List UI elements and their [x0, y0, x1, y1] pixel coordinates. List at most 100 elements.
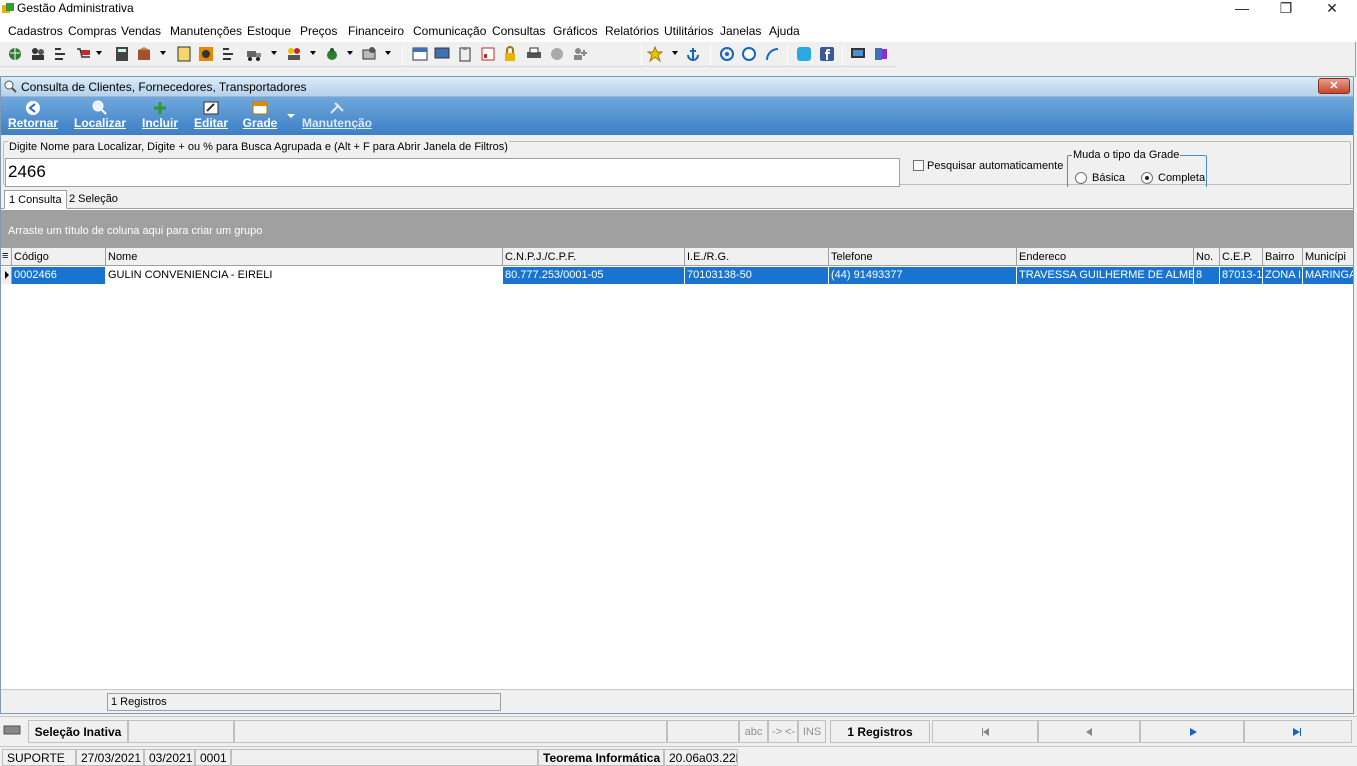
restore-button[interactable]: ❐	[1263, 0, 1309, 20]
cell-endereco[interactable]: TRAVESSA GUILHERME DE ALME	[1017, 267, 1194, 284]
support-icon[interactable]	[549, 46, 565, 62]
anchor-icon[interactable]	[685, 46, 701, 62]
toolbar-separator	[402, 45, 403, 65]
printer-icon[interactable]	[526, 46, 542, 62]
menu-financeiro[interactable]: Financeiro	[348, 24, 404, 38]
first-record-button[interactable]	[932, 720, 1038, 743]
grid-button[interactable]: Grade	[239, 97, 281, 135]
report-icon[interactable]	[480, 46, 496, 62]
menu-utilitarios[interactable]: Utilitários	[664, 24, 713, 38]
facebook-icon[interactable]	[819, 46, 835, 62]
cart-icon[interactable]	[76, 46, 92, 62]
column-header-nome[interactable]: Nome	[106, 248, 503, 266]
next-record-button[interactable]	[1140, 720, 1244, 743]
menu-consultas[interactable]: Consultas	[492, 24, 545, 38]
grid-basic-label[interactable]: Básica	[1092, 172, 1125, 184]
menu-graficos[interactable]: Gráficos	[553, 24, 598, 38]
bug-dropdown-icon[interactable]	[347, 51, 353, 55]
cart-dropdown-icon[interactable]	[96, 51, 102, 55]
column-header-cnpj[interactable]: C.N.P.J./C.P.F.	[503, 248, 685, 266]
column-header-bairro[interactable]: Bairro	[1263, 248, 1303, 266]
menu-compras[interactable]: Compras	[68, 24, 117, 38]
cell-municipio[interactable]: MARINGA	[1303, 267, 1353, 284]
table-row[interactable]: 0002466 GULIN CONVENIENCIA - EIRELI 80.7…	[12, 267, 1353, 284]
cell-bairro[interactable]: ZONA I	[1263, 267, 1303, 284]
people-icon[interactable]	[30, 46, 46, 62]
close-app-button[interactable]: ✕	[1309, 0, 1355, 20]
find-button[interactable]: Localizar	[72, 97, 128, 135]
company-name-status: Teorema Informática	[538, 749, 664, 766]
cell-cep[interactable]: 87013-1	[1220, 267, 1263, 284]
column-header-municipio[interactable]: Municípi	[1303, 248, 1353, 266]
calculator-icon[interactable]	[114, 46, 130, 62]
add-user-icon[interactable]	[572, 46, 588, 62]
search-input[interactable]: 2466	[5, 158, 900, 187]
menu-relatorios[interactable]: Relatórios	[605, 24, 659, 38]
add-button[interactable]: Incluir	[139, 97, 181, 135]
auto-search-checkbox[interactable]	[913, 160, 924, 171]
settings-icon[interactable]	[361, 46, 377, 62]
skype-icon[interactable]	[741, 46, 757, 62]
column-chooser-icon[interactable]: ≡	[1, 248, 12, 266]
minimize-button[interactable]: —	[1219, 0, 1265, 20]
menu-janelas[interactable]: Janelas	[720, 24, 761, 38]
column-header-codigo[interactable]: Código	[12, 248, 106, 266]
column-header-ie[interactable]: I.E./R.G.	[685, 248, 829, 266]
truck-dropdown-icon[interactable]	[271, 51, 277, 55]
globe-icon[interactable]	[7, 46, 23, 62]
box-dropdown-icon[interactable]	[160, 51, 166, 55]
box-icon[interactable]	[136, 46, 152, 62]
last-record-button[interactable]	[1244, 720, 1352, 743]
hierarchy-icon[interactable]	[221, 46, 237, 62]
menu-manutencoes[interactable]: Manutenções	[170, 24, 242, 38]
cell-ie[interactable]: 70103138-50	[685, 267, 829, 284]
feed-icon[interactable]	[764, 46, 780, 62]
monitor-icon[interactable]	[434, 46, 450, 62]
star-dropdown-icon[interactable]	[672, 51, 678, 55]
grid-complete-radio[interactable]	[1141, 172, 1153, 184]
grid-dropdown-icon[interactable]	[287, 114, 295, 118]
star-icon[interactable]	[647, 46, 663, 62]
close-window-button[interactable]: ✕	[1318, 78, 1350, 94]
maintenance-button[interactable]: Manutenção	[299, 97, 375, 135]
users-dropdown-icon[interactable]	[310, 51, 316, 55]
group-by-panel[interactable]: Arraste um título de coluna aqui para cr…	[1, 210, 1353, 248]
clipboard-icon[interactable]	[457, 46, 473, 62]
cell-telefone[interactable]: (44) 91493377	[829, 267, 1017, 284]
grid-basic-radio[interactable]	[1075, 172, 1087, 184]
column-header-numero[interactable]: No.	[1194, 248, 1220, 266]
bug-icon[interactable]	[324, 46, 340, 62]
menu-precos[interactable]: Preços	[300, 24, 337, 38]
cell-nome[interactable]: GULIN CONVENIENCIA - EIRELI	[106, 267, 503, 284]
twitter-icon[interactable]	[796, 46, 812, 62]
tab-selecao[interactable]: 2 Seleção	[65, 190, 122, 209]
menu-comunicacao[interactable]: Comunicação	[413, 24, 486, 38]
calendar-icon[interactable]	[412, 46, 428, 62]
edit-button[interactable]: Editar	[192, 97, 230, 135]
column-header-cep[interactable]: C.E.P.	[1220, 248, 1263, 266]
menu-ajuda[interactable]: Ajuda	[769, 24, 800, 38]
coin-icon[interactable]	[198, 46, 214, 62]
back-button[interactable]: Retornar	[5, 97, 61, 135]
settings-dropdown-icon[interactable]	[385, 51, 391, 55]
column-header-endereco[interactable]: Endereco	[1017, 248, 1194, 266]
grid-complete-label[interactable]: Completa	[1158, 172, 1205, 184]
screen-icon[interactable]	[850, 46, 866, 62]
column-header-telefone[interactable]: Telefone	[829, 248, 1017, 266]
prev-record-button[interactable]	[1038, 720, 1140, 743]
email-icon[interactable]	[719, 46, 735, 62]
cell-numero[interactable]: 8	[1194, 267, 1220, 284]
truck-icon[interactable]	[246, 46, 262, 62]
menu-vendas[interactable]: Vendas	[121, 24, 161, 38]
auto-search-label[interactable]: Pesquisar automaticamente	[927, 160, 1063, 172]
tree-icon[interactable]	[53, 46, 69, 62]
menu-estoque[interactable]: Estoque	[247, 24, 291, 38]
exit-icon[interactable]	[873, 46, 889, 62]
cell-codigo[interactable]: 0002466	[12, 267, 106, 284]
users-group-icon[interactable]	[286, 46, 302, 62]
document-icon[interactable]	[176, 46, 192, 62]
cell-cnpj[interactable]: 80.777.253/0001-05	[503, 267, 685, 284]
lock-icon[interactable]	[502, 46, 518, 62]
menu-cadastros[interactable]: Cadastros	[8, 24, 63, 38]
tab-consulta[interactable]: 1 Consulta	[4, 190, 67, 209]
